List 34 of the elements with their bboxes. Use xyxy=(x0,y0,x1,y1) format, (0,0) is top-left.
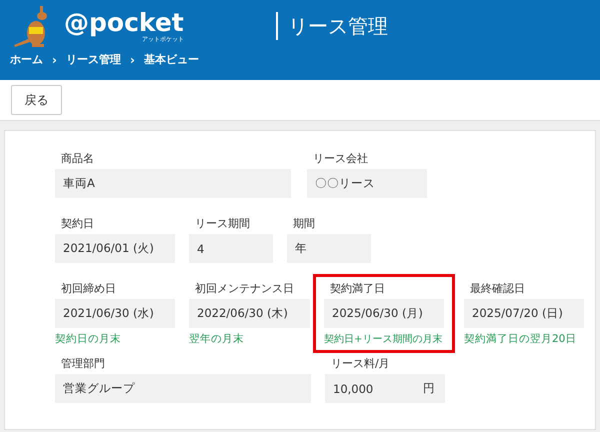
logo-text: @pocket xyxy=(64,10,184,36)
back-button[interactable]: 戻る xyxy=(11,85,62,115)
breadcrumb-link[interactable]: ホーム xyxy=(10,52,43,67)
input-field[interactable]: 10,000 円 xyxy=(325,374,445,403)
field-label: 期間 xyxy=(292,216,316,232)
input-field[interactable]: 〇〇リース xyxy=(307,169,427,198)
field-note: 契約満了日の翌月20日 xyxy=(464,332,578,346)
field-note: 契約日の月末 xyxy=(55,332,122,346)
input-field[interactable]: 2022/06/30 (木) xyxy=(189,299,310,328)
field-note: 翌年の月末 xyxy=(189,332,245,346)
field-label: リース期間 xyxy=(194,216,251,232)
field-note: 契約日+リース期間の月末 xyxy=(324,332,444,346)
input-field[interactable]: 2021/06/01 (火) xyxy=(55,234,175,263)
field-label: 初回締め日 xyxy=(60,281,117,297)
field-label: 初回メンテナンス日 xyxy=(194,281,295,297)
field-label: 契約満了日 xyxy=(329,281,386,297)
breadcrumb-link[interactable]: 基本ビュー xyxy=(144,52,199,67)
field-label: 商品名 xyxy=(60,151,95,167)
field-label: 最終確認日 xyxy=(469,281,526,297)
field-label: 契約日 xyxy=(60,216,95,232)
input-field[interactable]: 年 xyxy=(287,234,371,263)
input-field[interactable]: 車両A xyxy=(55,169,291,198)
input-field[interactable]: 2025/07/20 (日) xyxy=(464,299,584,328)
page-title: リース管理 xyxy=(288,12,388,40)
field-label: リース料/月 xyxy=(330,356,391,372)
breadcrumb-separator: › xyxy=(130,52,135,66)
input-field[interactable]: 4 xyxy=(189,234,273,263)
input-field[interactable]: 営業グループ xyxy=(55,374,311,403)
field-label: 管理部門 xyxy=(60,356,106,372)
input-field[interactable]: 2021/06/30 (水) xyxy=(55,299,175,328)
breadcrumb-separator: › xyxy=(52,52,57,66)
input-field[interactable]: 2025/06/30 (月) xyxy=(324,299,444,328)
breadcrumb-link[interactable]: リース管理 xyxy=(66,52,121,67)
field-label: リース会社 xyxy=(312,151,369,167)
